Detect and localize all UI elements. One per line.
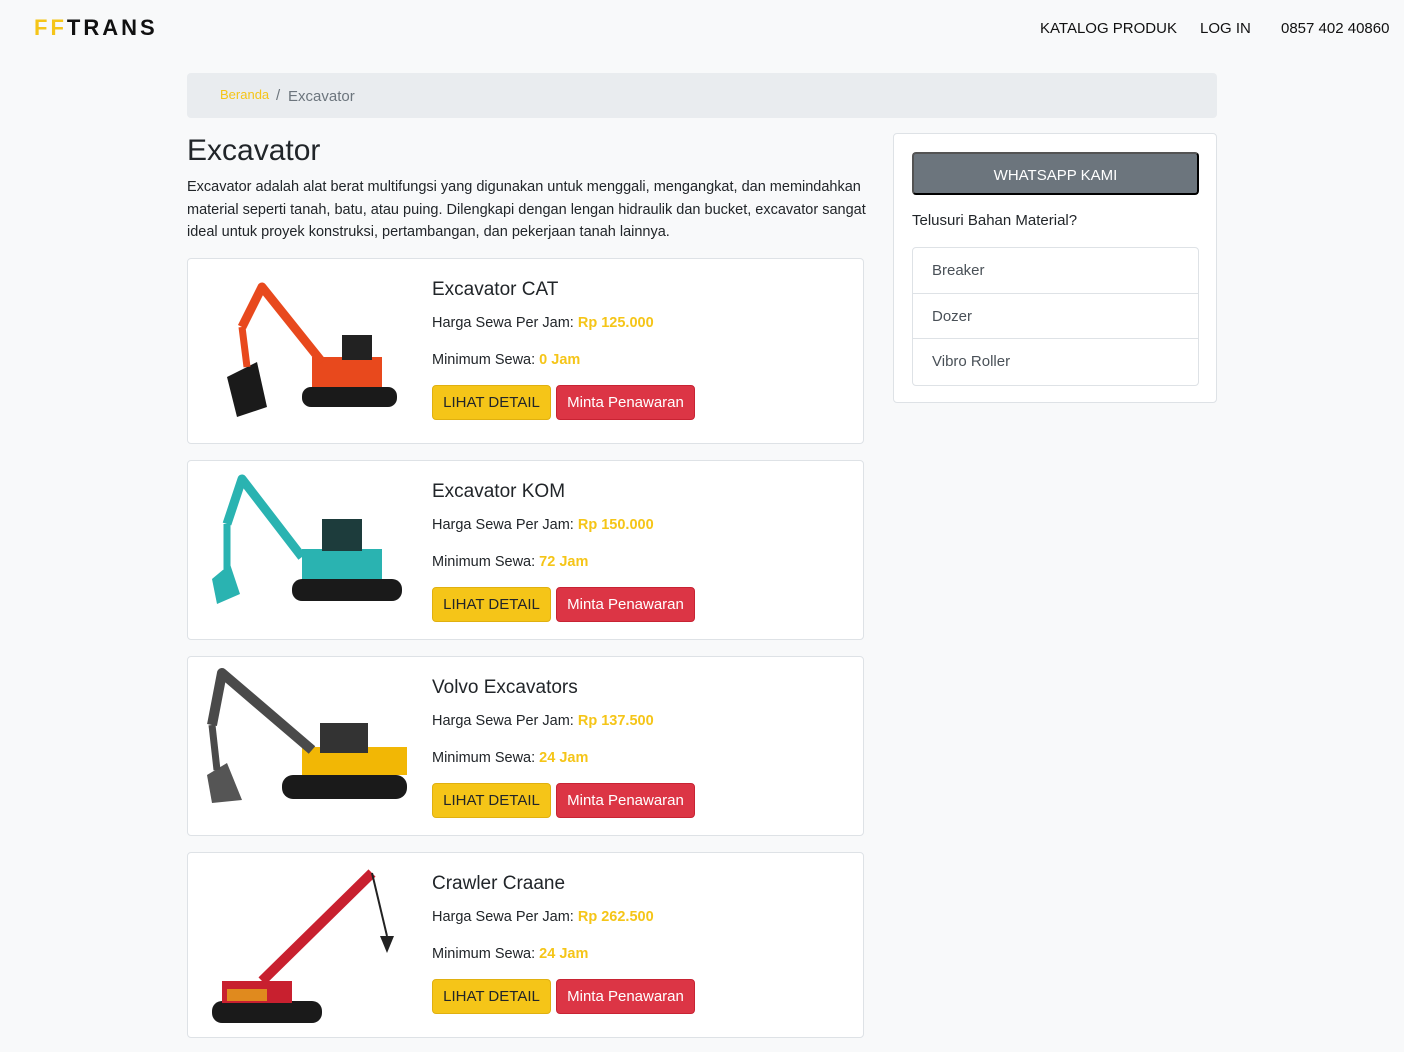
page-description: Excavator adalah alat berat multifungsi …	[187, 179, 866, 240]
product-card: Crawler Craane Harga Sewa Per Jam: Rp 26…	[187, 852, 864, 1038]
request-offer-button[interactable]: Minta Penawaran	[556, 979, 695, 1014]
crawler-crane-image	[212, 869, 394, 1023]
product-min-row: Minimum Sewa: 0 Jam	[432, 351, 580, 369]
price-label: Harga Sewa Per Jam:	[432, 315, 574, 331]
min-value: 24 Jam	[539, 946, 589, 962]
price-label: Harga Sewa Per Jam:	[432, 517, 574, 533]
product-price-row: Harga Sewa Per Jam: Rp 125.000	[432, 314, 654, 332]
price-label: Harga Sewa Per Jam:	[432, 909, 574, 925]
volvo-excavator-image	[207, 668, 407, 803]
excavator-kom-image	[212, 474, 402, 604]
price-value: Rp 262.500	[577, 909, 654, 925]
product-name: Excavator CAT	[432, 279, 559, 300]
product-card: Excavator CAT Harga Sewa Per Jam: Rp 125…	[187, 258, 864, 444]
product-min-row: Minimum Sewa: 24 Jam	[432, 945, 588, 963]
list-item-breaker[interactable]: Breaker	[913, 248, 1198, 294]
min-value: 0 Jam	[539, 352, 581, 368]
whatsapp-button[interactable]: WHATSAPP KAMI	[912, 152, 1199, 195]
min-value: 24 Jam	[539, 750, 589, 766]
page-title: Excavator	[187, 134, 321, 167]
detail-button[interactable]: LIHAT DETAIL	[432, 783, 551, 818]
price-value: Rp 137.500	[577, 713, 654, 729]
list-item-vibro-roller[interactable]: Vibro Roller	[913, 339, 1198, 385]
brand-name: TRANS	[66, 15, 158, 40]
price-value: Rp 150.000	[577, 517, 654, 533]
excavator-cat-image	[227, 282, 397, 417]
detail-button[interactable]: LIHAT DETAIL	[432, 587, 551, 622]
breadcrumb-current: Excavator	[288, 88, 355, 105]
brand-prefix: FF	[34, 15, 67, 40]
nav-catalog-link[interactable]: KATALOG PRODUK	[1040, 20, 1177, 38]
min-label: Minimum Sewa:	[432, 352, 536, 368]
navbar: FFTRANS KATALOG PRODUK LOG IN 0857 402 4…	[0, 0, 1404, 58]
min-label: Minimum Sewa:	[432, 554, 536, 570]
detail-button[interactable]: LIHAT DETAIL	[432, 979, 551, 1014]
sidebar-question: Telusuri Bahan Material?	[912, 212, 1078, 229]
product-name: Crawler Craane	[432, 873, 566, 894]
product-card: Excavator KOM Harga Sewa Per Jam: Rp 150…	[187, 460, 864, 640]
product-name: Volvo Excavators	[432, 677, 578, 698]
product-price-row: Harga Sewa Per Jam: Rp 137.500	[432, 712, 654, 730]
breadcrumb-separator: /	[276, 87, 281, 104]
list-item-dozer[interactable]: Dozer	[913, 294, 1198, 339]
request-offer-button[interactable]: Minta Penawaran	[556, 385, 695, 420]
sidebar: WHATSAPP KAMI Telusuri Bahan Material? B…	[893, 133, 1217, 403]
product-name: Excavator KOM	[432, 481, 566, 502]
material-list: Breaker Dozer Vibro Roller	[912, 247, 1199, 386]
nav-phone-link[interactable]: 0857 402 40860	[1281, 20, 1389, 38]
product-price-row: Harga Sewa Per Jam: Rp 262.500	[432, 908, 654, 926]
breadcrumb-home-link[interactable]: Beranda	[220, 87, 269, 102]
detail-button[interactable]: LIHAT DETAIL	[432, 385, 551, 420]
product-price-row: Harga Sewa Per Jam: Rp 150.000	[432, 516, 654, 534]
price-label: Harga Sewa Per Jam:	[432, 713, 574, 729]
min-label: Minimum Sewa:	[432, 750, 536, 766]
price-value: Rp 125.000	[577, 315, 654, 331]
brand-logo[interactable]: FFTRANS	[34, 16, 158, 40]
product-min-row: Minimum Sewa: 24 Jam	[432, 749, 588, 767]
nav-login-link[interactable]: LOG IN	[1200, 20, 1251, 38]
breadcrumb: Beranda / Excavator	[187, 73, 1217, 118]
product-min-row: Minimum Sewa: 72 Jam	[432, 553, 588, 571]
request-offer-button[interactable]: Minta Penawaran	[556, 587, 695, 622]
request-offer-button[interactable]: Minta Penawaran	[556, 783, 695, 818]
min-label: Minimum Sewa:	[432, 946, 536, 962]
product-card: Volvo Excavators Harga Sewa Per Jam: Rp …	[187, 656, 864, 836]
min-value: 72 Jam	[539, 554, 589, 570]
